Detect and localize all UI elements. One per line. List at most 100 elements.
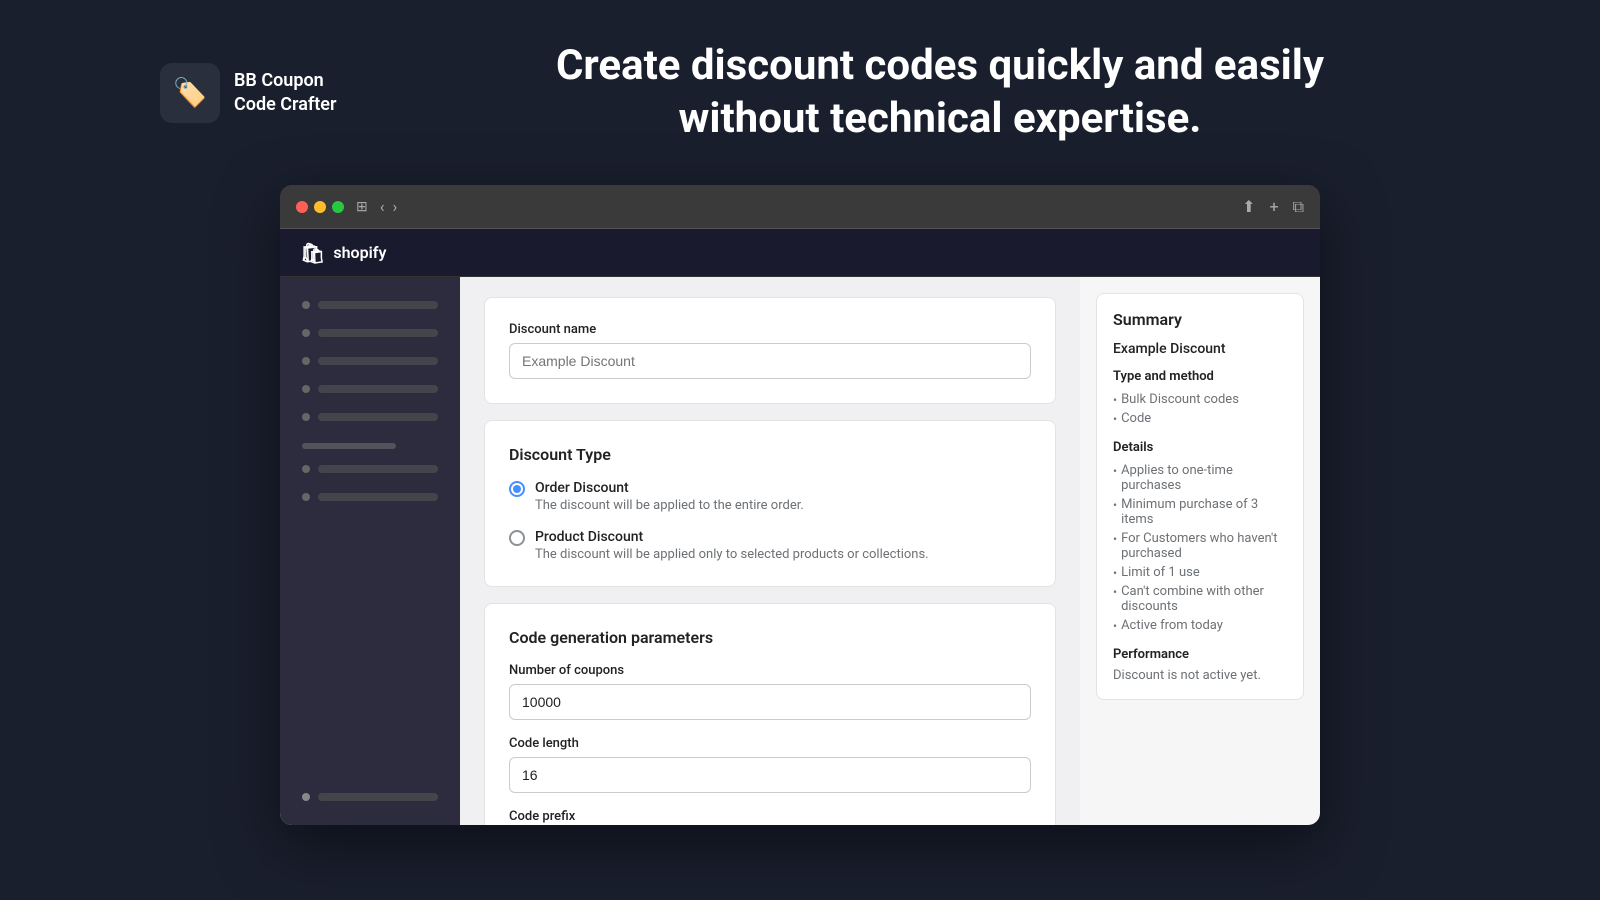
summary-card: Summary Example Discount Type and method… [1096,293,1304,700]
summary-type-item-2: Code [1113,409,1287,428]
num-coupons-group: Number of coupons [509,663,1031,720]
new-tab-icon[interactable]: + [1269,197,1278,217]
radio-order-discount[interactable]: Order Discount The discount will be appl… [509,480,1031,513]
sidebar-label-3 [318,357,438,365]
discount-type-card: Discount Type Order Discount The discoun… [484,420,1056,587]
sidebar-sub-label-2 [318,493,438,501]
main-form-area: Discount name Discount Type Order Discou… [460,277,1080,825]
radio-order-desc: The discount will be applied to the enti… [535,498,804,513]
code-length-input[interactable] [509,757,1031,793]
num-coupons-input[interactable] [509,684,1031,720]
code-length-group: Code length [509,736,1031,793]
summary-details-list: Applies to one-time purchases Minimum pu… [1113,461,1287,635]
sidebar-item-2[interactable] [292,321,448,345]
back-button[interactable]: ‹ [380,197,385,216]
summary-performance-text: Discount is not active yet. [1113,668,1287,683]
sidebar-sub-label-1 [318,465,438,473]
sidebar [280,277,460,825]
app-logo-icon: 🏷️ [160,63,220,123]
summary-discount-name: Example Discount [1113,341,1287,357]
browser-content: Discount name Discount Type Order Discou… [280,277,1320,825]
summary-detail-6: Active from today [1113,616,1287,635]
shopify-logo: 🛍 shopify [300,241,386,265]
logo-block: 🏷️ BB Coupon Code Crafter [160,63,380,123]
sidebar-label-1 [318,301,438,309]
radio-product-discount[interactable]: Product Discount The discount will be ap… [509,529,1031,562]
sidebar-sub-item-2[interactable] [292,485,448,509]
dot-yellow[interactable] [314,201,326,213]
sidebar-label-4 [318,385,438,393]
sidebar-item-5[interactable] [292,405,448,429]
discount-name-input[interactable] [509,343,1031,379]
radio-order-text: Order Discount The discount will be appl… [535,480,804,513]
hero-text: Create discount codes quickly and easily… [440,40,1440,145]
summary-title: Summary [1113,310,1287,329]
sidebar-dot-5 [302,413,310,421]
sidebar-dot-1 [302,301,310,309]
browser-right-controls: ⬆ + ⧉ [1242,197,1304,217]
summary-detail-3: For Customers who haven't purchased [1113,529,1287,563]
summary-type-method-title: Type and method [1113,369,1287,384]
sidebar-sub-dot-2 [302,493,310,501]
dot-red[interactable] [296,201,308,213]
summary-detail-4: Limit of 1 use [1113,563,1287,582]
share-icon[interactable]: ⬆ [1242,197,1255,217]
code-generation-card: Code generation parameters Number of cou… [484,603,1056,825]
sidebar-bottom-dot [302,793,310,801]
summary-details-title: Details [1113,440,1287,455]
sidebar-dot-4 [302,385,310,393]
code-length-label: Code length [509,736,1031,751]
summary-detail-2: Minimum purchase of 3 items [1113,495,1287,529]
shopify-text: shopify [333,243,386,262]
hero-text-line2: without technical expertise. [679,94,1202,143]
code-prefix-group: Code prefix [509,809,1031,825]
app-name: BB Coupon Code Crafter [234,69,336,116]
hero-text-line1: Create discount codes quickly and easily [556,41,1324,90]
window-layout-icon[interactable]: ⊞ [356,199,368,215]
radio-product-label: Product Discount [535,529,929,545]
top-section: 🏷️ BB Coupon Code Crafter Create discoun… [0,0,1600,185]
summary-panel: Summary Example Discount Type and method… [1080,277,1320,825]
code-prefix-label: Code prefix [509,809,1031,824]
discount-type-radio-group: Order Discount The discount will be appl… [509,480,1031,562]
num-coupons-label: Number of coupons [509,663,1031,678]
radio-product-circle [509,530,525,546]
discount-name-card: Discount name [484,297,1056,404]
summary-detail-5: Can't combine with other discounts [1113,582,1287,616]
sidebar-item-1[interactable] [292,293,448,317]
code-generation-title: Code generation parameters [509,628,1031,647]
sidebar-section-divider [302,443,396,449]
radio-order-circle [509,481,525,497]
app-name-line2: Code Crafter [234,94,336,115]
dot-green[interactable] [332,201,344,213]
sidebar-label-2 [318,329,438,337]
radio-product-desc: The discount will be applied only to sel… [535,547,929,562]
sidebar-bottom-label [318,793,438,801]
summary-performance-title: Performance [1113,647,1287,662]
summary-type-method-list: Bulk Discount codes Code [1113,390,1287,428]
sidebar-label-5 [318,413,438,421]
copy-icon[interactable]: ⧉ [1293,197,1304,217]
discount-name-group: Discount name [509,322,1031,379]
sidebar-item-4[interactable] [292,377,448,401]
sidebar-sub-item-1[interactable] [292,457,448,481]
browser-nav: ‹ › [380,197,398,216]
summary-detail-1: Applies to one-time purchases [1113,461,1287,495]
sidebar-item-3[interactable] [292,349,448,373]
radio-product-text: Product Discount The discount will be ap… [535,529,929,562]
summary-type-item-1: Bulk Discount codes [1113,390,1287,409]
sidebar-dot-3 [302,357,310,365]
sidebar-bottom-item[interactable] [292,785,448,809]
discount-name-label: Discount name [509,322,1031,337]
forward-button[interactable]: › [393,197,398,216]
browser-window: ⊞ ‹ › ⬆ + ⧉ 🛍 shopify [280,185,1320,825]
radio-order-label: Order Discount [535,480,804,496]
browser-toolbar: ⊞ ‹ › ⬆ + ⧉ [280,185,1320,229]
app-name-line1: BB Coupon [234,70,324,91]
shopify-bag-icon: 🛍 [300,241,325,265]
shopify-navbar: 🛍 shopify [280,229,1320,277]
browser-dots [296,201,344,213]
discount-type-title: Discount Type [509,445,1031,464]
sidebar-sub-dot-1 [302,465,310,473]
sidebar-dot-2 [302,329,310,337]
